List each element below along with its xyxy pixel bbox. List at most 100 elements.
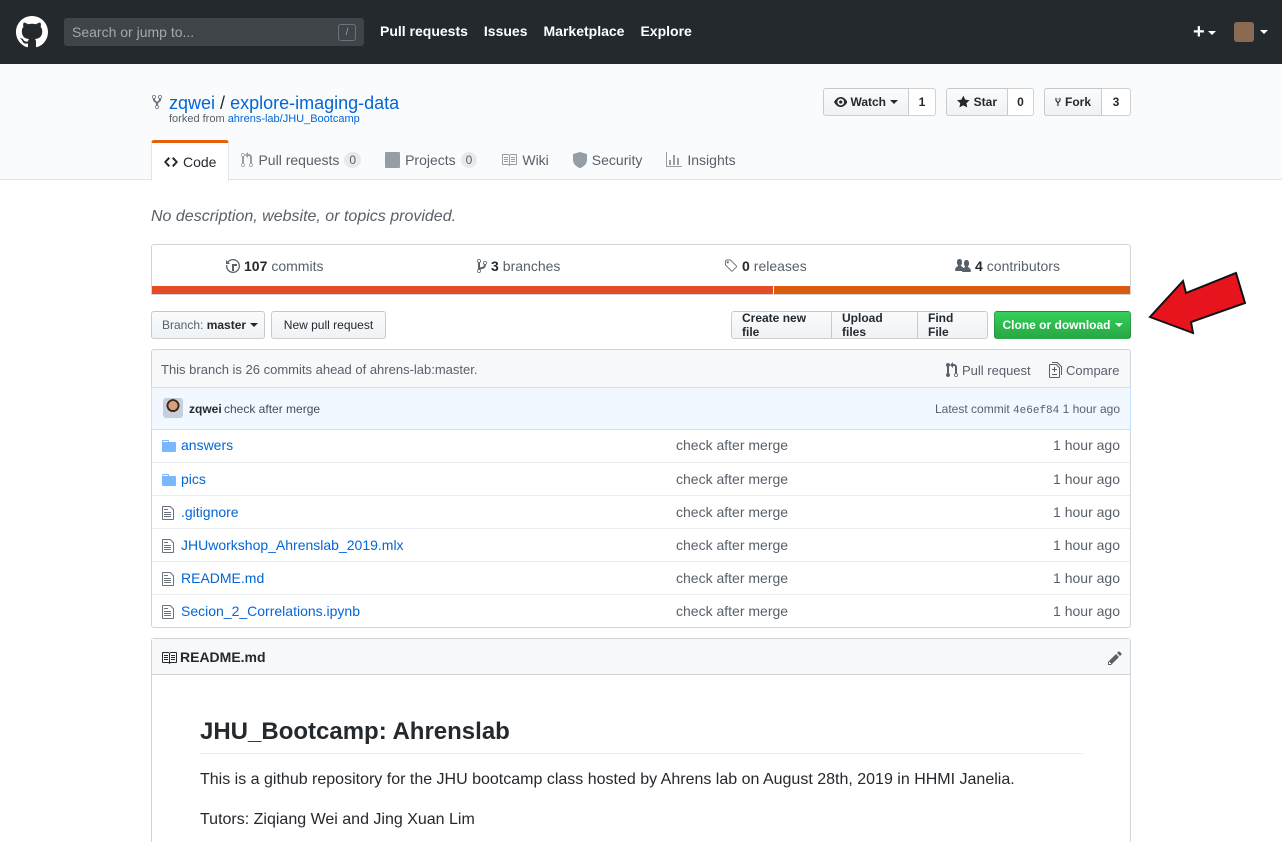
file-name-link[interactable]: Secion_2_Correlations.ipynb bbox=[181, 603, 360, 619]
code-icon bbox=[164, 157, 178, 167]
star-button[interactable]: Star bbox=[946, 88, 1008, 116]
commit-meta: Latest commit 4e6ef84 1 hour ago bbox=[935, 402, 1120, 417]
tab-security-label: Security bbox=[591, 152, 643, 168]
forked-from-prefix: forked from bbox=[169, 113, 228, 125]
file-row: answers check after merge 1 hour ago bbox=[152, 429, 1130, 462]
compare-link[interactable]: Compare bbox=[1049, 362, 1119, 378]
search-input[interactable] bbox=[64, 18, 334, 46]
nav-explore[interactable]: Explore bbox=[640, 23, 691, 39]
file-commit-message[interactable]: check after merge bbox=[676, 437, 788, 453]
commits-link[interactable]: 107 commits bbox=[226, 258, 323, 274]
fork-button[interactable]: Fork bbox=[1044, 88, 1102, 116]
history-icon bbox=[226, 259, 240, 273]
git-branch-icon bbox=[477, 259, 487, 273]
file-commit-message[interactable]: check after merge bbox=[676, 570, 788, 586]
latest-commit-bar: zqwei check after merge Latest commit 4e… bbox=[151, 387, 1131, 430]
repo-nav: Code Pull requests 0 Projects 0 Wiki Sec… bbox=[151, 140, 748, 181]
forked-from-link[interactable]: ahrens-lab/JHU_Bootcamp bbox=[228, 113, 360, 125]
watch-label: Watch bbox=[850, 95, 886, 109]
file-age: 1 hour ago bbox=[1053, 471, 1120, 487]
plus-icon: + bbox=[1193, 21, 1205, 43]
language-segment[interactable] bbox=[152, 286, 774, 294]
branches-link[interactable]: 3 branches bbox=[477, 258, 560, 274]
pull-request-link[interactable]: Pull request bbox=[946, 362, 1031, 378]
branch-ahead-text: This branch is 26 commits ahead of ahren… bbox=[161, 362, 478, 377]
forked-from: forked from ahrens-lab/JHU_Bootcamp bbox=[169, 113, 360, 125]
repo-forked-icon bbox=[1055, 97, 1061, 107]
find-file-button[interactable]: Find File bbox=[917, 311, 988, 339]
chevron-down-icon[interactable] bbox=[1260, 30, 1268, 34]
watch-count[interactable]: 1 bbox=[909, 88, 936, 116]
numbers-summary: 107 commits 3 branches 0 releases 4 contribu… bbox=[151, 244, 1131, 295]
file-commit-message[interactable]: check after merge bbox=[676, 504, 788, 520]
upload-files-button[interactable]: Upload files bbox=[831, 311, 918, 339]
file-list: answers check after merge 1 hour ago pic… bbox=[151, 429, 1131, 628]
releases-count: 0 bbox=[742, 258, 750, 274]
new-pull-request-button[interactable]: New pull request bbox=[271, 311, 386, 339]
commit-author-avatar[interactable] bbox=[163, 398, 183, 418]
search-shortcut-key: / bbox=[338, 24, 356, 41]
tab-pull-requests[interactable]: Pull requests 0 bbox=[229, 140, 373, 180]
branch-select-button[interactable]: Branch: master bbox=[151, 311, 265, 339]
chevron-down-icon bbox=[1207, 30, 1216, 35]
tab-projects-counter: 0 bbox=[460, 152, 478, 168]
search-box[interactable]: / bbox=[64, 18, 364, 46]
file-commit-message[interactable]: check after merge bbox=[676, 537, 788, 553]
chevron-down-icon bbox=[890, 100, 898, 104]
file-name-link[interactable]: pics bbox=[181, 471, 206, 487]
star-count[interactable]: 0 bbox=[1008, 88, 1034, 116]
folder-icon bbox=[162, 440, 176, 452]
language-segment[interactable] bbox=[773, 286, 1130, 294]
tab-projects[interactable]: Projects 0 bbox=[373, 140, 489, 180]
watch-button[interactable]: Watch bbox=[823, 88, 909, 116]
file-name-link[interactable]: JHUworkshop_Ahrenslab_2019.mlx bbox=[181, 537, 404, 553]
create-new-menu[interactable]: + bbox=[1193, 22, 1216, 42]
tab-security[interactable]: Security bbox=[561, 140, 655, 180]
folder-icon bbox=[162, 474, 176, 486]
nav-marketplace[interactable]: Marketplace bbox=[544, 23, 625, 39]
nav-pull-requests[interactable]: Pull requests bbox=[380, 23, 468, 39]
contributors-link[interactable]: 4 contributors bbox=[955, 258, 1060, 274]
releases-link[interactable]: 0 releases bbox=[724, 258, 807, 274]
commit-sha[interactable]: 4e6ef84 bbox=[1013, 405, 1059, 417]
fork-control: Fork 3 bbox=[1044, 88, 1131, 116]
user-avatar[interactable] bbox=[1234, 22, 1254, 42]
github-logo-icon[interactable] bbox=[16, 16, 48, 48]
file-name-link[interactable]: answers bbox=[181, 437, 233, 453]
repo-title-separator: / bbox=[220, 93, 226, 113]
repo-owner-link[interactable]: zqwei bbox=[169, 93, 215, 113]
tab-wiki[interactable]: Wiki bbox=[489, 140, 560, 180]
file-name-link[interactable]: .gitignore bbox=[181, 504, 239, 520]
readme-paragraph: Tutors: Ziqiang Wei and Jing Xuan Lim bbox=[200, 811, 475, 828]
git-pull-request-icon bbox=[241, 152, 254, 167]
contributors-label: contributors bbox=[986, 258, 1060, 274]
tab-code[interactable]: Code bbox=[151, 140, 230, 181]
clone-or-download-button[interactable]: Clone or download bbox=[994, 311, 1131, 339]
star-label: Star bbox=[973, 95, 997, 109]
tab-projects-label: Projects bbox=[405, 152, 456, 168]
nav-issues[interactable]: Issues bbox=[484, 23, 528, 39]
tab-insights-label: Insights bbox=[687, 152, 736, 168]
file-commit-message[interactable]: check after merge bbox=[676, 471, 788, 487]
releases-label: releases bbox=[753, 258, 807, 274]
people-icon bbox=[955, 259, 971, 272]
clone-label: Clone or download bbox=[1002, 318, 1111, 332]
diff-icon bbox=[1049, 362, 1062, 378]
file-row: .gitignore check after merge 1 hour ago bbox=[152, 495, 1130, 528]
pull-request-label: Pull request bbox=[962, 362, 1031, 378]
repo-name-link[interactable]: explore-imaging-data bbox=[230, 93, 399, 113]
tab-insights[interactable]: Insights bbox=[654, 140, 747, 180]
commit-message[interactable]: check after merge bbox=[224, 402, 320, 416]
pencil-icon[interactable] bbox=[1108, 650, 1122, 666]
commit-author[interactable]: zqwei bbox=[189, 402, 222, 416]
create-new-file-button[interactable]: Create new file bbox=[731, 311, 832, 339]
language-bar[interactable] bbox=[152, 286, 1130, 294]
red-arrow-annotation-icon bbox=[1148, 271, 1247, 335]
tab-pull-requests-counter: 0 bbox=[344, 152, 362, 168]
file-commit-message[interactable]: check after merge bbox=[676, 603, 788, 619]
shield-icon bbox=[572, 152, 587, 168]
fork-count[interactable]: 3 bbox=[1102, 88, 1131, 116]
file-name-link[interactable]: README.md bbox=[181, 570, 264, 586]
repo-forked-icon bbox=[152, 94, 162, 110]
tag-icon bbox=[724, 259, 738, 272]
